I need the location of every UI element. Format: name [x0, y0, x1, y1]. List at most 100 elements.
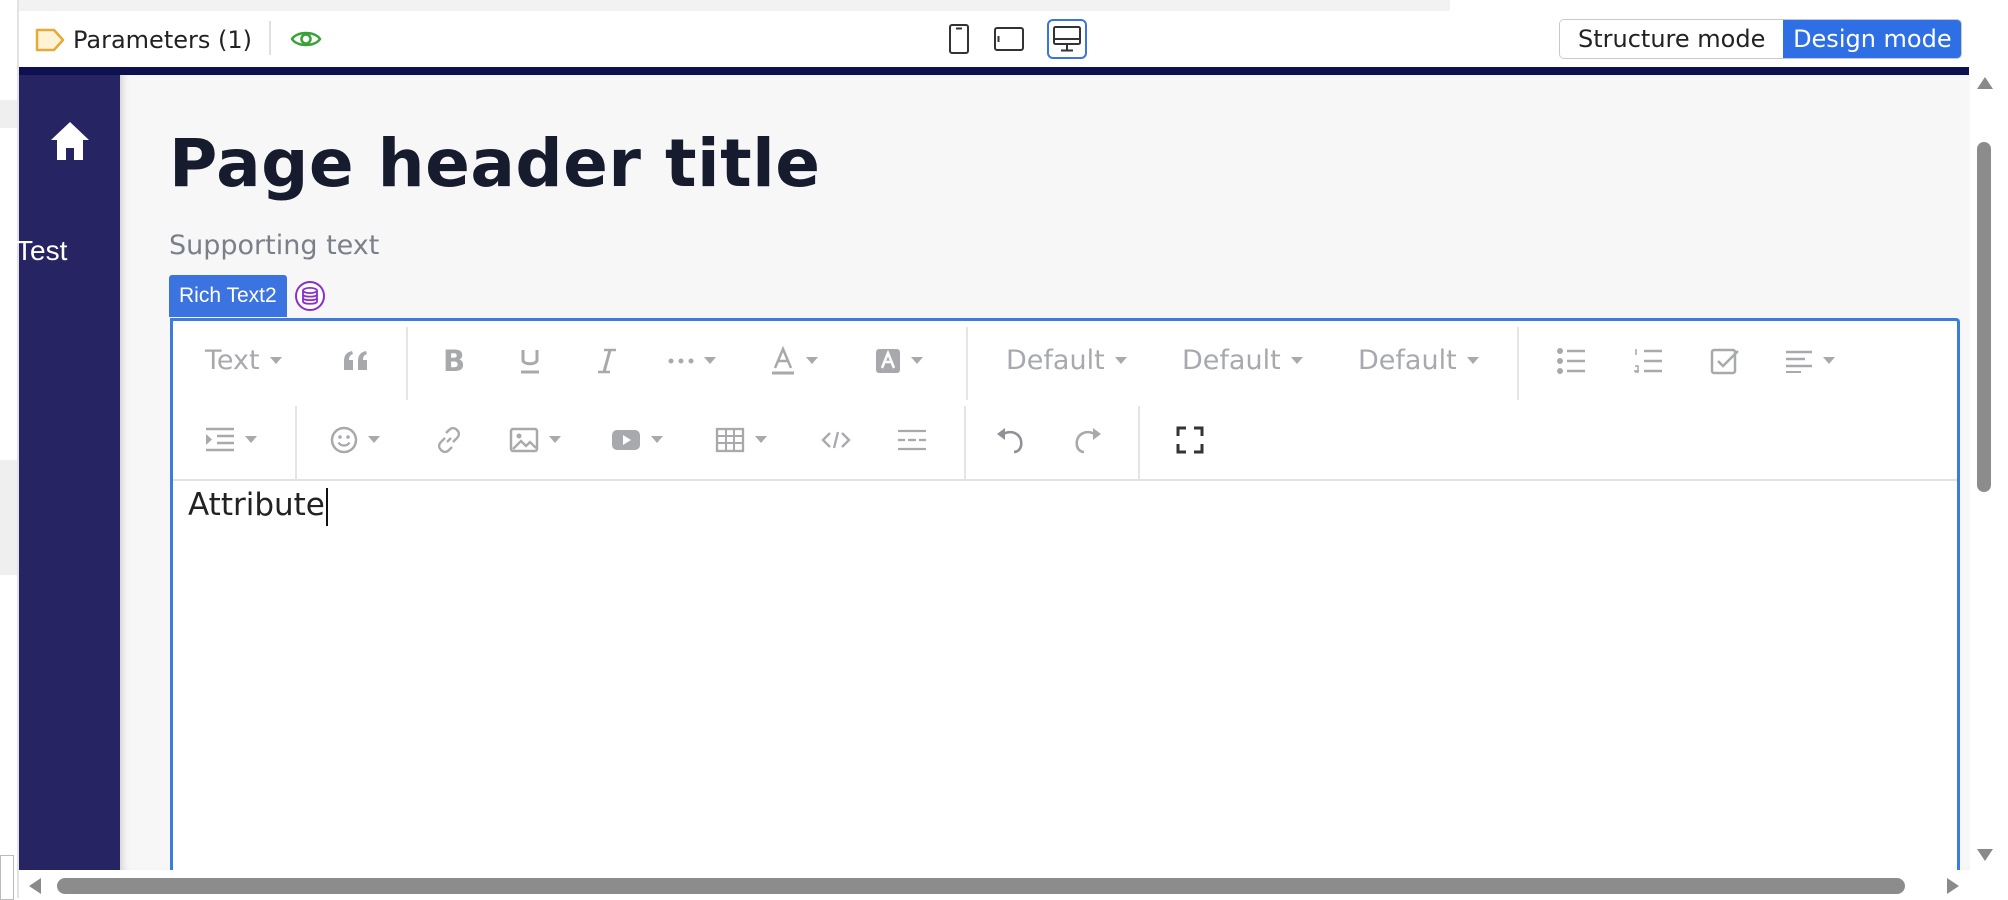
toolbar-divider [964, 406, 966, 479]
left-gutter [0, 0, 19, 898]
horizontal-rule-button[interactable] [897, 400, 927, 479]
fullscreen-icon [1176, 426, 1204, 453]
toolbar-divider [406, 327, 408, 400]
numbered-list-button[interactable] [1633, 321, 1663, 400]
link-button[interactable] [435, 400, 463, 479]
tablet-icon [994, 27, 1024, 51]
text-cursor [325, 487, 328, 526]
italic-button[interactable] [595, 321, 619, 400]
table-icon [715, 427, 745, 452]
emoji-icon [330, 426, 358, 453]
highlight-icon [876, 348, 900, 373]
link-icon [437, 426, 461, 453]
editor-toolbar-row: Text B Default Default Default [173, 321, 1957, 400]
checklist-button[interactable] [1710, 321, 1740, 400]
underline-icon [521, 349, 539, 373]
align-dropdown[interactable] [1785, 321, 1835, 400]
design-mode-button[interactable]: Design mode [1783, 20, 1962, 58]
quote-icon [344, 350, 367, 370]
undo-button[interactable] [995, 400, 1025, 479]
editor-toolbar-row [173, 400, 1957, 481]
line-height-value: Default [1358, 345, 1457, 376]
text-style-value: Text [205, 345, 260, 376]
mobile-view-button[interactable] [939, 19, 979, 59]
page-canvas: Page header title Supporting text Rich T… [120, 75, 1970, 881]
tablet-view-button[interactable] [989, 19, 1029, 59]
scroll-right-arrow-icon[interactable] [1947, 878, 1959, 894]
mobile-icon [949, 24, 969, 54]
editor-content-text: Attribute [188, 487, 325, 523]
bold-icon: B [443, 343, 466, 378]
numbered-list-icon [1634, 348, 1662, 373]
bullet-list-icon [1557, 347, 1585, 374]
italic-icon [598, 348, 616, 373]
redo-icon [1075, 427, 1101, 453]
blockquote-button[interactable] [341, 321, 371, 400]
indent-icon [206, 427, 234, 451]
toolbar-divider [1138, 406, 1140, 479]
undo-icon [997, 427, 1023, 453]
database-icon[interactable] [294, 280, 326, 312]
gutter-block [0, 460, 17, 575]
redo-button[interactable] [1073, 400, 1103, 479]
bullet-list-button[interactable] [1556, 321, 1586, 400]
toolbar-divider [966, 327, 968, 400]
scroll-down-arrow-icon[interactable] [1977, 849, 1993, 861]
editor-content[interactable]: Attribute [188, 487, 328, 526]
scroll-up-arrow-icon[interactable] [1977, 77, 1993, 89]
code-icon [821, 431, 851, 448]
image-icon [509, 427, 539, 452]
emoji-dropdown[interactable] [330, 400, 380, 479]
toolbar-divider [295, 406, 297, 479]
top-strip [0, 0, 1450, 11]
underline-button[interactable] [518, 321, 542, 400]
bold-button[interactable]: B [443, 321, 465, 400]
corner-box [0, 855, 14, 900]
font-size-dropdown[interactable]: Default [1182, 321, 1303, 400]
font-size-value: Default [1182, 345, 1281, 376]
desktop-icon [1053, 26, 1081, 52]
vertical-scrollbar[interactable] [1970, 67, 2008, 870]
more-icon [668, 358, 694, 363]
sidebar: Test [16, 75, 120, 870]
desktop-view-button[interactable] [1047, 19, 1087, 59]
more-formatting-dropdown[interactable] [668, 321, 716, 400]
structure-mode-button[interactable]: Structure mode [1560, 20, 1784, 58]
horizontal-rule-icon [898, 429, 926, 450]
horizontal-scrollbar[interactable] [19, 870, 1970, 898]
tag-icon [35, 28, 65, 52]
image-dropdown[interactable] [509, 400, 561, 479]
video-icon [612, 429, 640, 450]
rich-text-editor: Text B Default Default Default Attribute [170, 318, 1960, 881]
text-color-dropdown[interactable] [770, 321, 818, 400]
parameters-button[interactable]: Parameters (1) [35, 25, 252, 55]
checkbox-icon [1710, 348, 1739, 374]
app-header-bar [19, 67, 1969, 75]
font-family-value: Default [1006, 345, 1105, 376]
vertical-scroll-thumb[interactable] [1977, 142, 1991, 492]
horizontal-scroll-thumb[interactable] [57, 878, 1905, 894]
text-style-dropdown[interactable]: Text [205, 321, 282, 400]
toolbar-divider [269, 21, 271, 55]
parameters-label: Parameters (1) [73, 26, 252, 54]
code-view-button[interactable] [821, 400, 851, 479]
font-family-dropdown[interactable]: Default [1006, 321, 1127, 400]
sidebar-item-test[interactable]: Test [16, 235, 67, 267]
video-dropdown[interactable] [611, 400, 663, 479]
gutter-block [0, 100, 17, 128]
eye-icon [290, 31, 322, 47]
home-icon[interactable] [48, 119, 92, 163]
fullscreen-button[interactable] [1176, 400, 1204, 479]
table-dropdown[interactable] [715, 400, 767, 479]
supporting-text: Supporting text [169, 230, 380, 261]
indent-dropdown[interactable] [205, 400, 257, 479]
text-color-icon [772, 345, 794, 374]
mode-switch: Structure mode Design mode [1559, 19, 1963, 59]
scroll-left-arrow-icon[interactable] [29, 878, 41, 894]
toolbar-divider [1517, 327, 1519, 400]
widget-label[interactable]: Rich Text2 [169, 275, 287, 317]
line-height-dropdown[interactable]: Default [1358, 321, 1479, 400]
page-title: Page header title [169, 125, 821, 202]
preview-button[interactable] [289, 25, 323, 53]
background-color-dropdown[interactable] [875, 321, 923, 400]
